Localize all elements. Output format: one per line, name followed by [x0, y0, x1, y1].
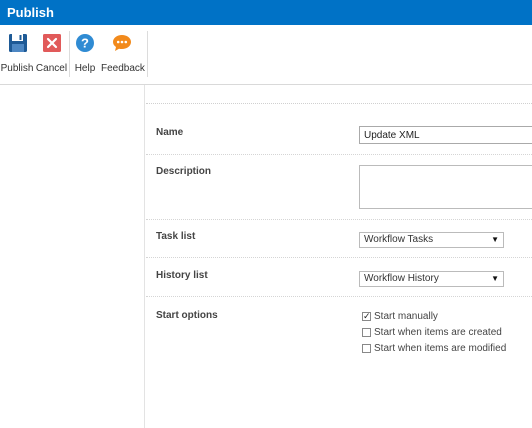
- svg-text:?: ?: [81, 36, 89, 51]
- cancel-label: Cancel: [35, 63, 68, 74]
- feedback-label: Feedback: [101, 63, 145, 74]
- start-on-modify-label: Start when items are modified: [374, 343, 507, 354]
- history-list-label: History list: [156, 270, 208, 281]
- row-divider: [146, 219, 532, 220]
- publish-label: Publish: [0, 63, 34, 74]
- form-top-border: [146, 103, 532, 104]
- help-label: Help: [74, 63, 96, 74]
- publish-button[interactable]: Publish: [0, 32, 34, 80]
- start-on-modify-checkbox[interactable]: [362, 344, 371, 353]
- window-title: Publish: [7, 5, 54, 20]
- help-icon: ?: [76, 34, 94, 52]
- task-list-selected: Workflow Tasks: [364, 234, 434, 245]
- start-on-create-label: Start when items are created: [374, 327, 502, 338]
- description-textarea[interactable]: [359, 165, 532, 209]
- start-manually-checkbox[interactable]: ✓: [362, 312, 371, 321]
- row-divider: [146, 257, 532, 258]
- close-icon: [43, 34, 61, 52]
- description-label: Description: [156, 166, 212, 177]
- row-divider: [146, 296, 532, 297]
- start-manually-label: Start manually: [374, 311, 438, 322]
- dropdown-arrow-icon: ▼: [491, 235, 499, 244]
- task-list-label: Task list: [156, 231, 196, 242]
- help-button[interactable]: ? Help: [72, 32, 98, 80]
- feedback-button[interactable]: Feedback: [101, 32, 145, 80]
- title-bar: Publish: [0, 0, 532, 25]
- save-icon: [9, 34, 27, 52]
- chat-icon: [113, 35, 131, 51]
- row-divider: [146, 154, 532, 155]
- left-pane: [0, 85, 145, 428]
- dropdown-arrow-icon: ▼: [491, 274, 499, 283]
- history-list-selected: Workflow History: [364, 273, 439, 284]
- history-list-select[interactable]: Workflow History ▼: [359, 271, 504, 287]
- cancel-button[interactable]: Cancel: [35, 32, 68, 80]
- task-list-select[interactable]: Workflow Tasks ▼: [359, 232, 504, 248]
- name-label: Name: [156, 127, 184, 138]
- ribbon-separator: [147, 31, 148, 77]
- ribbon-toolbar: Publish Cancel ? Help Feedback: [0, 25, 532, 85]
- start-on-create-checkbox[interactable]: [362, 328, 371, 337]
- start-options-label: Start options: [156, 310, 218, 321]
- ribbon-separator: [69, 31, 70, 77]
- name-input[interactable]: [359, 126, 532, 144]
